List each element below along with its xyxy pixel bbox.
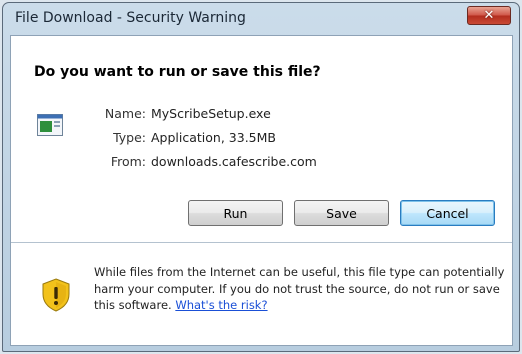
warning-message: While files from the Internet can be use… [94,264,506,314]
dialog-question: Do you want to run or save this file? [34,64,321,80]
name-label: Name: [104,106,146,121]
detail-row-from: From: downloads.cafescribe.com [11,154,411,172]
cancel-button[interactable]: Cancel [400,200,495,226]
warning-shield-icon [42,278,70,312]
detail-row-name: Name: MyScribeSetup.exe [11,106,411,124]
close-button[interactable]: ✕ [467,6,511,25]
type-value: Application, 33.5MB [151,130,276,145]
from-label: From: [110,154,146,169]
from-value: downloads.cafescribe.com [151,154,317,169]
section-divider [11,242,512,243]
run-button[interactable]: Run [188,200,283,226]
window-title: File Download - Security Warning [15,10,246,26]
detail-row-type: Type: Application, 33.5MB [11,130,411,148]
dialog-body: Do you want to run or save this file? Na… [10,35,513,346]
warning-text: While files from the Internet can be use… [94,265,505,312]
security-warning-dialog: File Download - Security Warning ✕ Do yo… [2,2,520,352]
close-icon: ✕ [483,8,495,23]
save-button[interactable]: Save [294,200,389,226]
whats-the-risk-link[interactable]: What's the risk? [175,298,267,312]
name-value: MyScribeSetup.exe [151,106,271,121]
title-bar[interactable]: File Download - Security Warning ✕ [3,3,519,35]
type-label: Type: [113,130,146,145]
